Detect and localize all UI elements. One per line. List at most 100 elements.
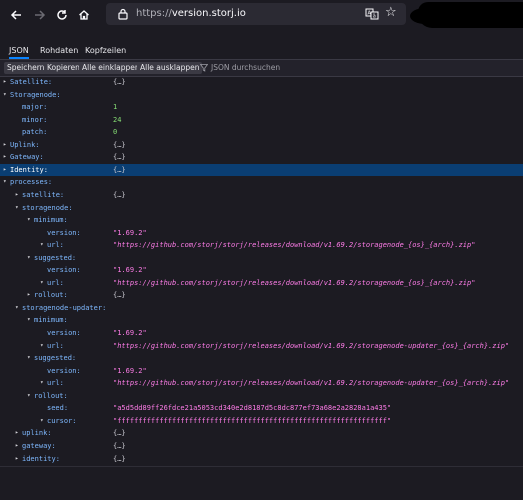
tree-value: "a5d5dd89ff26fdce21a5053cd340e2d8187d5c8… — [113, 404, 392, 413]
tab-json[interactable]: JSON — [9, 46, 29, 59]
tree-value: "fffffffffffffffffffffffffffffffffffffff… — [113, 416, 392, 425]
tree-value: "1.69.2" — [113, 366, 147, 375]
tree-key: storagenode-updater: — [22, 303, 107, 312]
translate-icon[interactable]: Aä — [365, 7, 379, 21]
tree-value: {…} — [113, 454, 126, 463]
tree-key: storagenode: — [22, 203, 73, 212]
url-host: version.storj.io — [171, 8, 246, 19]
tree-row[interactable]: ▾ suggested: — [0, 252, 523, 265]
tree-key: version: — [47, 266, 81, 275]
tree-key: seed: — [47, 404, 69, 413]
svg-text:ä: ä — [373, 14, 376, 20]
tree-row[interactable]: seed: "a5d5dd89ff26fdce21a5053cd340e2d818… — [0, 402, 523, 415]
tree-row[interactable]: ▸ satellite: {…} — [0, 189, 523, 202]
arrow-right-icon — [35, 10, 46, 20]
tree-row[interactable]: ▾ suggested: — [0, 352, 523, 365]
tab-raw[interactable]: Rohdaten — [40, 46, 78, 55]
back-button[interactable] — [7, 6, 25, 24]
tree-key: version: — [47, 366, 81, 375]
tree-row[interactable]: ▾ minimum: — [0, 214, 523, 227]
star-icon[interactable]: ☆ — [385, 5, 401, 21]
tree-key: url: — [47, 341, 64, 350]
tree-key: Gateway: — [10, 153, 44, 162]
tree-value: 0 — [113, 128, 118, 137]
collapse-all-button[interactable]: Alle einklappen — [79, 62, 143, 74]
filter-icon — [200, 64, 208, 72]
tree-value: {…} — [113, 190, 126, 199]
tree-value: "1.69.2" — [113, 228, 147, 237]
tree-row[interactable]: ▸ Identity: {…} — [0, 163, 523, 177]
tree-row[interactable]: ▾ Storagenode: — [0, 89, 523, 102]
address-bar[interactable]: https://version.storj.io Aä ☆ — [106, 3, 406, 25]
tree-row[interactable]: minor: 24 — [0, 114, 523, 127]
url-scheme: https:// — [136, 8, 172, 19]
filter-placeholder: JSON durchsuchen — [211, 63, 281, 72]
viewer-tabs: JSON Rohdaten Kopfzeilen — [0, 44, 523, 60]
tree-row[interactable]: ▾ storagenode: — [0, 202, 523, 215]
expand-all-button[interactable]: Alle ausklappen — [137, 62, 203, 74]
tree-row[interactable]: version: "1.69.2" — [0, 365, 523, 378]
tree-key: version: — [47, 329, 81, 337]
tree-value: 1 — [113, 103, 118, 112]
tree-row[interactable]: version: "1.69.2" — [0, 264, 523, 277]
tree-value: {…} — [113, 78, 126, 86]
json-toolbar: Speichern Kopieren Alle einklappen Alle … — [0, 60, 523, 77]
home-icon — [79, 10, 89, 20]
tree-row[interactable]: ▸ rollout: {…} — [0, 289, 523, 302]
tree-row[interactable]: patch: 0 — [0, 126, 523, 139]
reload-icon — [57, 10, 67, 20]
divider — [0, 466, 523, 467]
tree-key: Satellite: — [10, 78, 53, 86]
reload-button[interactable] — [53, 6, 71, 24]
tree-key: gateway: — [22, 441, 56, 450]
svg-text:A: A — [368, 11, 372, 17]
tree-key: satellite: — [22, 190, 65, 199]
tab-headers[interactable]: Kopfzeilen — [85, 46, 126, 55]
tree-key: suggested: — [34, 253, 77, 262]
tree-key: cursor: — [47, 416, 77, 425]
tree-key: Storagenode: — [10, 90, 61, 99]
redaction-mark — [418, 2, 523, 28]
tree-row[interactable]: ▸ Satellite: {…} — [0, 76, 523, 89]
arrow-left-icon — [10, 10, 21, 20]
tree-key: minimum: — [34, 316, 68, 325]
tree-key: uplink: — [22, 429, 52, 438]
tree-value: "https://github.com/storj/storj/releases… — [113, 341, 510, 350]
tree-key: rollout: — [34, 391, 68, 400]
tree-row[interactable]: ▾ processes: — [0, 176, 523, 189]
forward-button[interactable] — [31, 6, 49, 24]
tree-row[interactable]: version: "1.69.2" — [0, 327, 523, 340]
tree-row[interactable]: ▾ url: "https://github.com/storj/storj/rel… — [0, 239, 523, 252]
tree-row[interactable]: ▸ uplink: {…} — [0, 427, 523, 440]
tree-row[interactable]: ▾ url: "https://github.com/storj/storj/rel… — [0, 277, 523, 290]
tree-value: {…} — [113, 441, 126, 450]
tree-key: minor: — [22, 115, 48, 124]
tree-row[interactable]: ▸ Gateway: {…} — [0, 151, 523, 164]
tree-key: version: — [47, 228, 81, 237]
tree-row[interactable]: ▸ Uplink: {…} — [0, 139, 523, 152]
save-button[interactable]: Speichern — [4, 62, 48, 74]
tree-key: url: — [47, 278, 64, 287]
tree-value: 24 — [113, 115, 122, 124]
tree-key: url: — [47, 379, 64, 388]
tree-value: {…} — [113, 153, 126, 162]
tree-row[interactable]: major: 1 — [0, 101, 523, 114]
tree-row[interactable]: ▸ gateway: {…} — [0, 440, 523, 453]
tree-row[interactable]: ▾ rollout: — [0, 390, 523, 403]
tree-value: "https://github.com/storj/storj/releases… — [113, 379, 510, 388]
tree-row[interactable]: version: "1.69.2" — [0, 227, 523, 240]
tree-key: rollout: — [34, 291, 68, 300]
home-button[interactable] — [75, 6, 93, 24]
tree-row[interactable]: ▾ minimum: — [0, 314, 523, 327]
copy-button[interactable]: Kopieren — [44, 62, 83, 74]
tree-row[interactable]: ▾ storagenode-updater: — [0, 302, 523, 315]
browser-toolbar: https://version.storj.io Aä ☆ — [0, 0, 523, 32]
url-text: https://version.storj.io — [136, 8, 246, 19]
tree-value: {…} — [113, 165, 126, 174]
tree-row[interactable]: ▾ url: "https://github.com/storj/storj/rel… — [0, 377, 523, 390]
tree-row[interactable]: ▾ url: "https://github.com/storj/storj/rel… — [0, 340, 523, 353]
tree-key: identity: — [22, 454, 60, 463]
tree-row[interactable]: ▾ cursor: "fffffffffffffffffffffffffffffff… — [0, 415, 523, 428]
filter-input[interactable]: JSON durchsuchen — [200, 62, 280, 74]
tree-row[interactable]: ▸ identity: {…} — [0, 453, 523, 466]
